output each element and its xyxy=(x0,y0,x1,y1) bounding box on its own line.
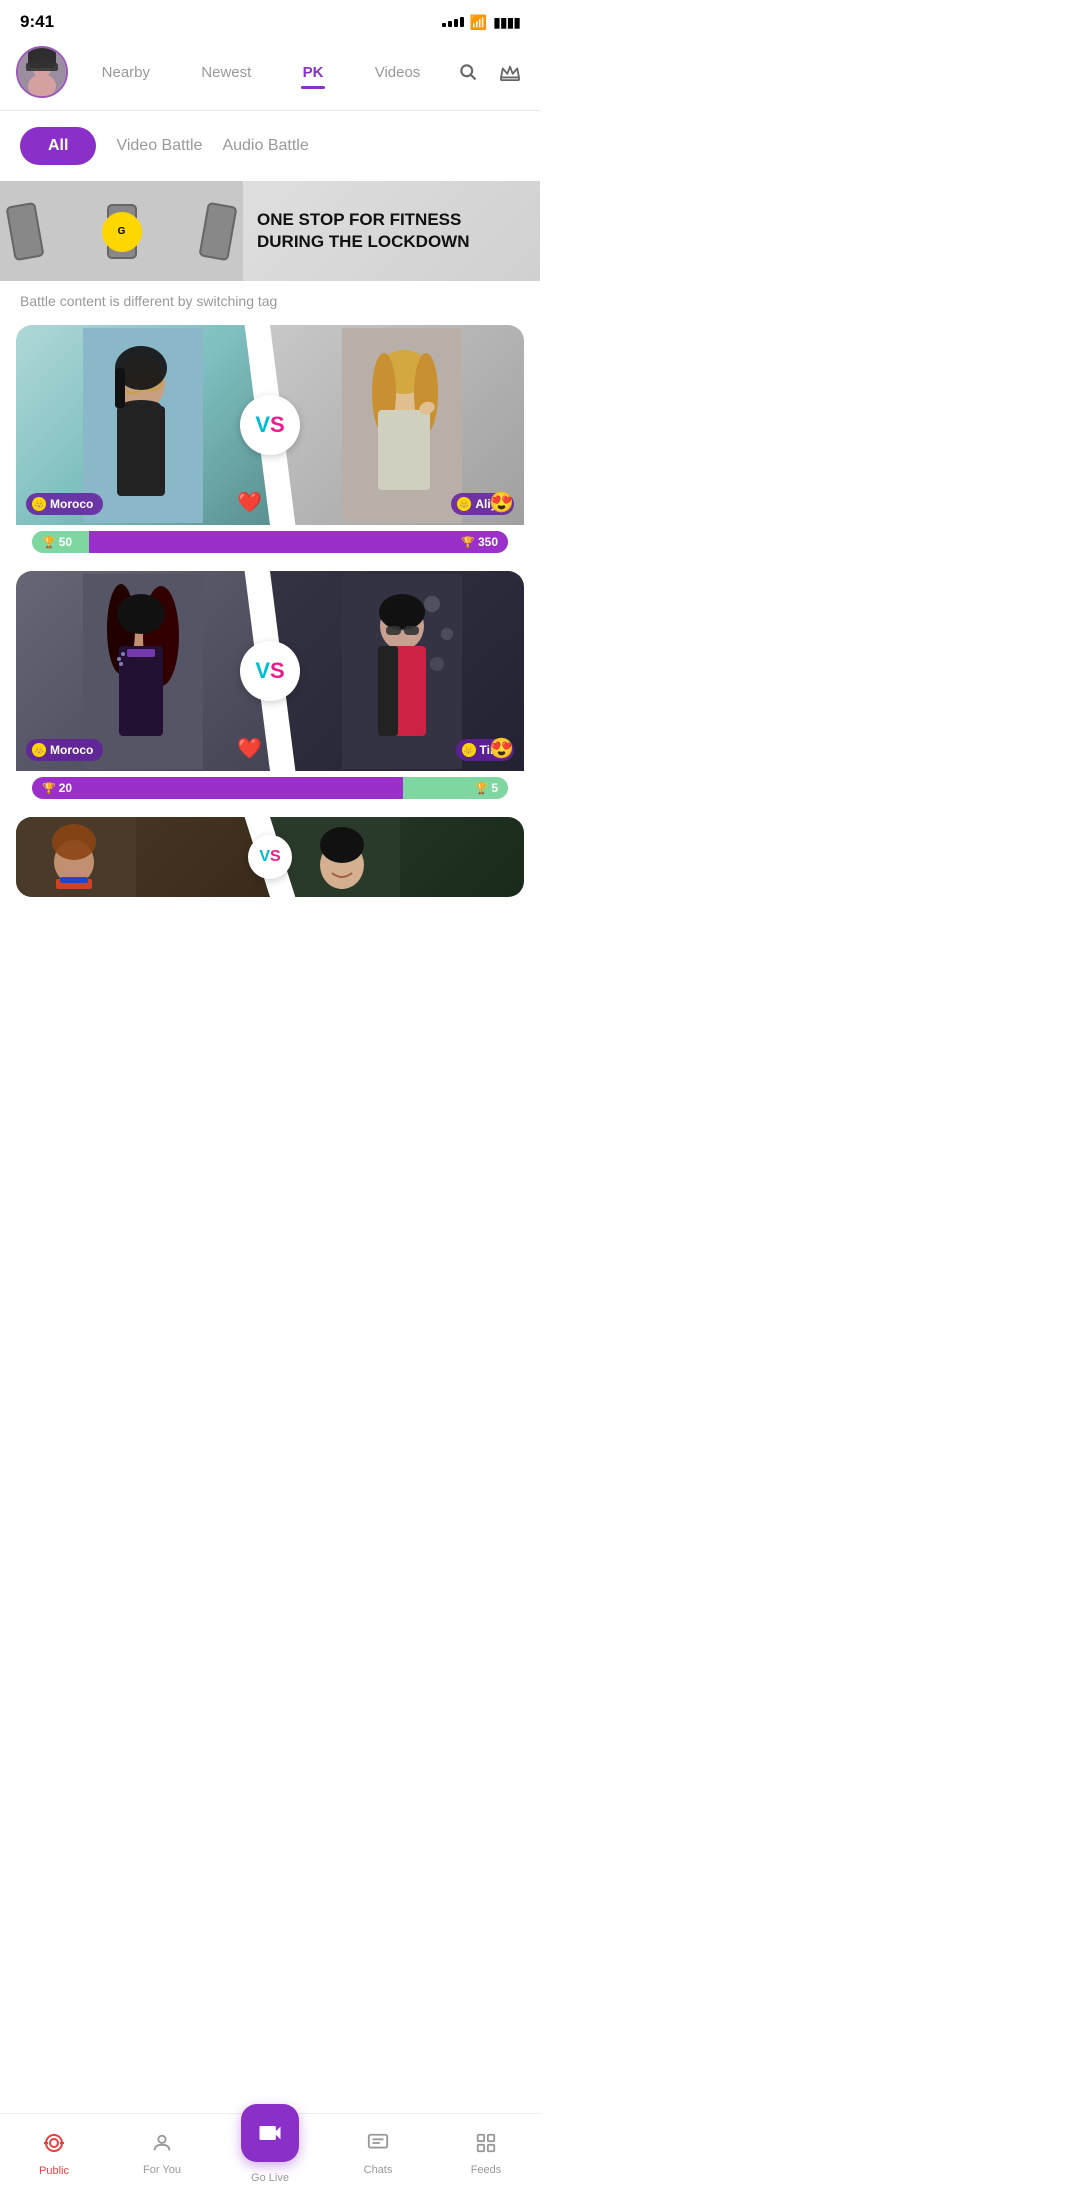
nav-tab-public[interactable]: Public xyxy=(0,2131,108,2177)
banner-text: ONE STOP FOR FITNESS DURING THE LOCKDOWN xyxy=(243,199,540,263)
promo-banner[interactable]: G ONE STOP FOR FITNESS DURING THE LOCKDO… xyxy=(0,181,540,281)
bottom-nav: Public For You Go Live Chats xyxy=(0,2113,540,2200)
filter-audio-battle[interactable]: Audio Battle xyxy=(222,137,308,155)
nav-tab-feeds-label: Feeds xyxy=(471,2164,502,2176)
nav-item-videos[interactable]: Videos xyxy=(367,60,429,85)
main-content: All Video Battle Audio Battle G ONE STOP… xyxy=(0,111,540,985)
user-dot-left-2: 👑 xyxy=(32,743,46,757)
progress-bar-2: 🏆 20 🏆 5 xyxy=(32,777,508,799)
battle-card-2[interactable]: VS 👑 Moroco 👑 Tina 😍 ❤️ 🏆 20 xyxy=(16,571,524,809)
nav-tab-chats[interactable]: Chats xyxy=(324,2132,432,2176)
status-icons: 📶 ▮▮▮▮ xyxy=(442,14,520,31)
nav-item-nearby[interactable]: Nearby xyxy=(94,60,158,85)
public-icon xyxy=(42,2131,66,2161)
battle-left-3 xyxy=(16,817,270,897)
nav-tab-golive-label: Go Live xyxy=(251,2172,289,2184)
nav-item-newest[interactable]: Newest xyxy=(193,60,259,85)
user-dot-right-1: 👑 xyxy=(457,497,471,511)
emoji-left-2: 😍 xyxy=(489,736,514,761)
nav-icons xyxy=(454,58,524,86)
emoji-center-1: ❤️ xyxy=(237,490,262,515)
progress-right-1: 🏆 350 xyxy=(89,531,508,553)
nav-tab-foryou[interactable]: For You xyxy=(108,2132,216,2176)
emoji-left-1: 😍 xyxy=(489,490,514,515)
score-right-1: 🏆 350 xyxy=(461,535,498,549)
go-live-button[interactable] xyxy=(241,2104,299,2162)
banner-phones: G xyxy=(0,181,243,281)
foryou-icon xyxy=(151,2132,173,2160)
user-dot-right-2: 👑 xyxy=(462,743,476,757)
filter-all[interactable]: All xyxy=(20,127,96,165)
vs-badge-1: VS xyxy=(240,395,300,455)
score-right-2: 🏆 5 xyxy=(475,781,498,795)
progress-right-2: 🏆 5 xyxy=(403,777,508,799)
wifi-icon: 📶 xyxy=(470,14,487,31)
filter-tabs: All Video Battle Audio Battle xyxy=(0,111,540,181)
nav-tab-chats-label: Chats xyxy=(364,2164,393,2176)
feeds-icon xyxy=(475,2132,497,2160)
avatar[interactable] xyxy=(16,46,68,98)
phone-mock-center: G xyxy=(107,204,137,259)
progress-left-2: 🏆 20 xyxy=(32,777,403,799)
progress-left-1: 🏆 50 xyxy=(32,531,89,553)
nav-tab-public-label: Public xyxy=(39,2165,69,2177)
vs-badge-2: VS xyxy=(240,641,300,701)
nav-tab-golive[interactable]: Go Live xyxy=(216,2124,324,2184)
progress-bar-1: 🏆 50 🏆 350 xyxy=(32,531,508,553)
crown-button[interactable] xyxy=(496,58,524,86)
battle-card-1[interactable]: VS 👑 Moroco 👑 Aliya 😍 ❤️ 🏆 50 xyxy=(16,325,524,563)
gold-logo: G xyxy=(102,212,142,252)
nav-tab-foryou-label: For You xyxy=(143,2164,181,2176)
nav-items: Nearby Newest PK Videos xyxy=(76,60,446,85)
banner-heading: ONE STOP FOR FITNESS DURING THE LOCKDOWN xyxy=(257,209,526,253)
battle-right-3 xyxy=(270,817,524,897)
header-nav: Nearby Newest PK Videos xyxy=(0,38,540,111)
battery-icon: ▮▮▮▮ xyxy=(493,14,520,31)
vs-badge-3: VS xyxy=(248,835,292,879)
battle-images-2: VS 👑 Moroco 👑 Tina 😍 ❤️ xyxy=(16,571,524,771)
signal-icon xyxy=(442,17,464,27)
battle-images-1: VS 👑 Moroco 👑 Aliya 😍 ❤️ xyxy=(16,325,524,525)
score-left-2: 🏆 20 xyxy=(42,781,72,795)
nav-item-pk[interactable]: PK xyxy=(295,60,332,85)
user-dot-left-1: 👑 xyxy=(32,497,46,511)
battle-images-3: VS xyxy=(16,817,524,897)
user-label-left-2: 👑 Moroco xyxy=(26,739,103,761)
phone-mock-right xyxy=(198,201,237,260)
battle-subtitle: Battle content is different by switching… xyxy=(0,281,540,317)
nav-tab-feeds[interactable]: Feeds xyxy=(432,2132,540,2176)
phone-mock-left xyxy=(5,201,44,260)
filter-video-battle[interactable]: Video Battle xyxy=(116,137,202,155)
score-left-1: 🏆 50 xyxy=(42,535,72,549)
status-time: 9:41 xyxy=(20,12,54,32)
user-label-left-1: 👑 Moroco xyxy=(26,493,103,515)
battle-card-3[interactable]: VS xyxy=(16,817,524,897)
chats-icon xyxy=(367,2132,389,2160)
status-bar: 9:41 📶 ▮▮▮▮ xyxy=(0,0,540,38)
emoji-center-2: ❤️ xyxy=(237,736,262,761)
search-button[interactable] xyxy=(454,58,482,86)
